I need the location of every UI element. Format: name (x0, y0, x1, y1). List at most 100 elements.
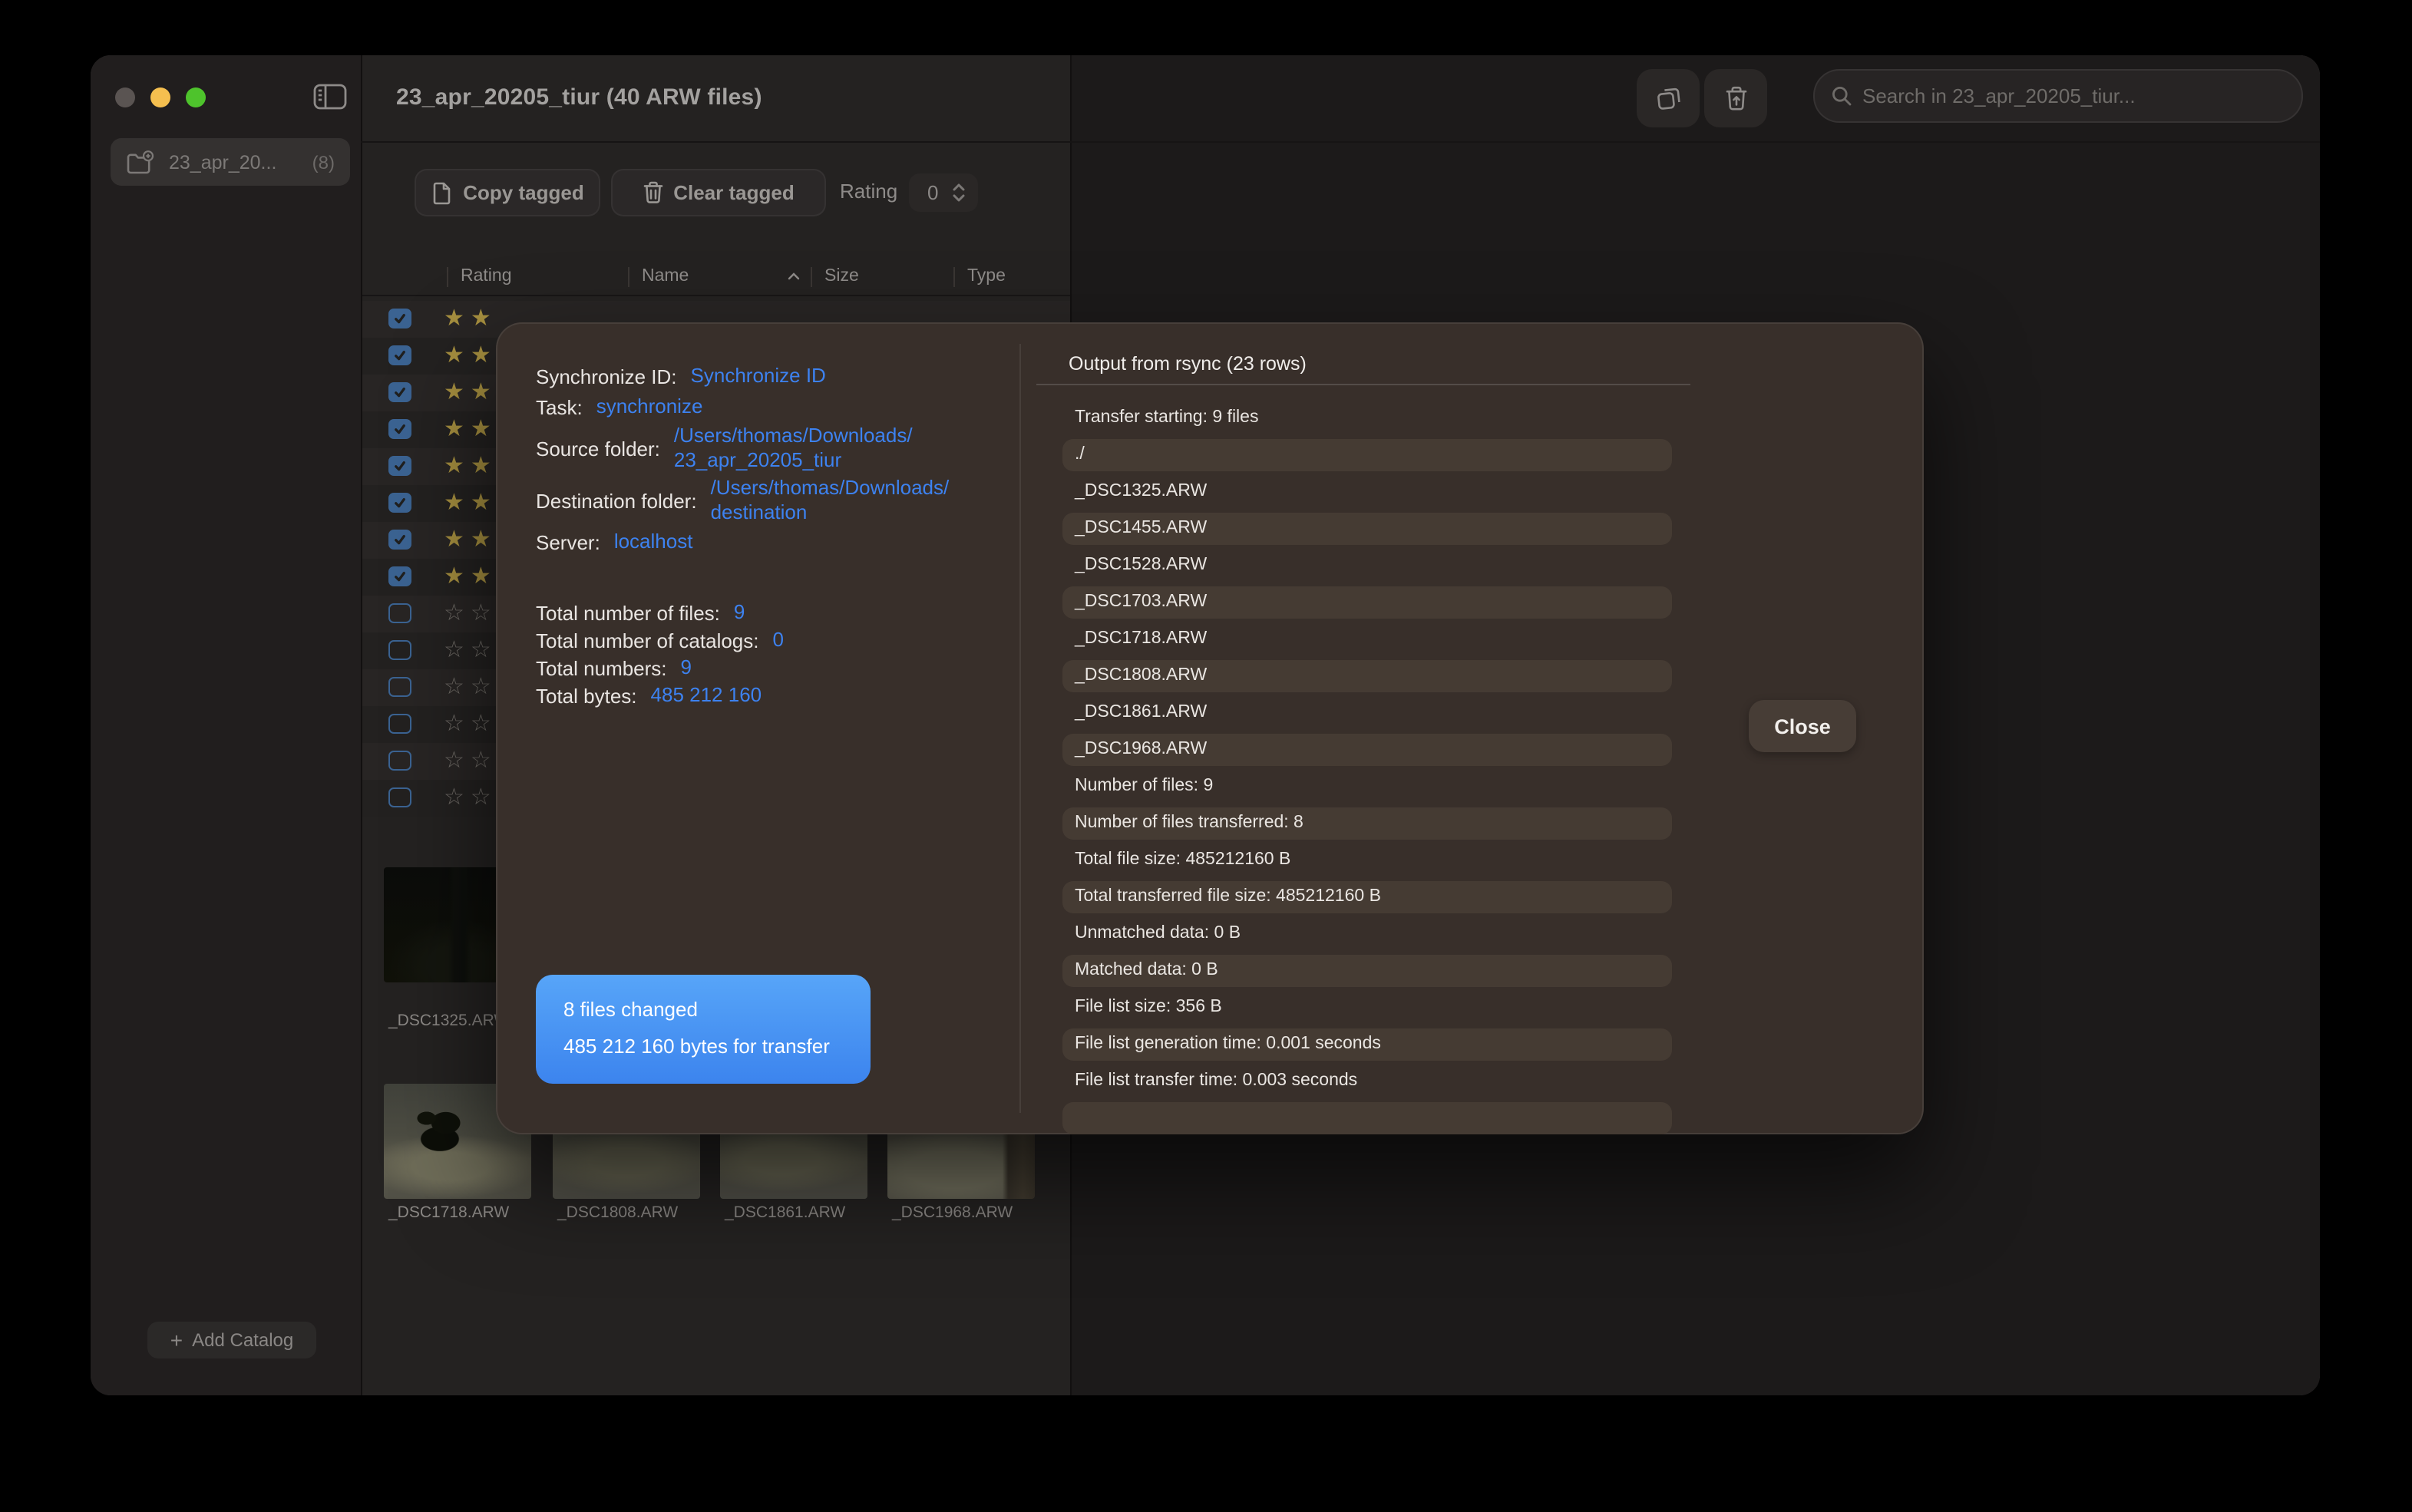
rating-stars[interactable]: ★★ (444, 342, 497, 370)
copy-tagged-button[interactable]: Copy tagged (415, 169, 600, 216)
rsync-output-row: ./ (1062, 439, 1672, 471)
rating-stars[interactable]: ★★ (444, 490, 497, 517)
rating-stepper[interactable]: 0 (909, 173, 978, 212)
field-label: Destination folder: (536, 489, 697, 512)
field-link[interactable]: localhost (614, 530, 693, 554)
rsync-output-row: Matched data: 0 B (1062, 955, 1672, 987)
sync-field-row: Destination folder: /Users/thomas/Downloa… (536, 476, 949, 525)
trash-upload-button[interactable] (1704, 69, 1767, 127)
sync-info-fields: Synchronize ID:Synchronize IDTask:synchr… (536, 362, 949, 556)
traffic-light-close[interactable] (115, 87, 135, 107)
field-label: Source folder: (536, 437, 660, 460)
rsync-output-row: File list generation time: 0.001 seconds (1062, 1028, 1672, 1061)
copy-tagged-label: Copy tagged (463, 181, 583, 204)
field-link-line: localhost (614, 530, 693, 554)
rating-stars[interactable]: ☆☆ (444, 600, 497, 628)
rating-stars[interactable]: ★★ (444, 416, 497, 444)
column-rating[interactable]: Rating (461, 267, 512, 286)
sort-ascending-icon (788, 272, 800, 281)
rsync-output-row: _DSC1808.ARW (1062, 660, 1672, 692)
traffic-light-zoom[interactable] (186, 87, 206, 107)
copy-stack-button[interactable] (1637, 69, 1700, 127)
rsync-output-row: _DSC1325.ARW (1062, 476, 1672, 508)
field-link[interactable]: synchronize (596, 395, 703, 419)
rating-label: Rating (840, 180, 897, 203)
total-value: 0 (773, 628, 784, 652)
row-checkbox[interactable] (388, 640, 411, 660)
rsync-output-row: Transfer starting: 9 files (1062, 402, 1672, 434)
row-checkbox[interactable] (388, 603, 411, 623)
row-checkbox[interactable] (388, 419, 411, 439)
add-catalog-button[interactable]: + Add Catalog (147, 1322, 316, 1358)
folder-plus-icon (126, 150, 155, 174)
column-size[interactable]: Size (824, 267, 859, 286)
row-checkbox[interactable] (388, 493, 411, 513)
thumbnail-filename: _DSC1968.ARW (892, 1203, 1013, 1222)
total-row: Total numbers:9 (536, 654, 784, 682)
thumbnail-filename: _DSC1808.ARW (557, 1203, 678, 1222)
row-checkbox[interactable] (388, 382, 411, 402)
thumbnail-filename: _DSC1325.ARW (388, 1012, 509, 1030)
rsync-output-divider (1036, 384, 1690, 385)
total-value: 9 (681, 655, 692, 680)
add-catalog-label: Add Catalog (192, 1329, 293, 1351)
summary-line2: 485 212 160 bytes for transfer (563, 1033, 871, 1061)
total-row: Total number of catalogs:0 (536, 626, 784, 654)
rsync-output-row: _DSC1718.ARW (1062, 623, 1672, 655)
rating-stars[interactable]: ☆☆ (444, 711, 497, 738)
rsync-output-row: File list transfer time: 0.003 seconds (1062, 1065, 1672, 1098)
window-title: 23_apr_20205_tiur (40 ARW files) (396, 84, 762, 111)
column-name[interactable]: Name (642, 267, 689, 286)
row-checkbox[interactable] (388, 714, 411, 734)
copy-stack-icon (1654, 84, 1682, 112)
trash-upload-icon (1723, 84, 1748, 112)
rating-stars[interactable]: ☆☆ (444, 674, 497, 702)
rsync-output-row: _DSC1455.ARW (1062, 513, 1672, 545)
traffic-light-minimize[interactable] (150, 87, 170, 107)
field-link[interactable]: /Users/thomas/Downloads/destination (711, 476, 950, 525)
summary-box: 8 files changed 485 212 160 bytes for tr… (536, 975, 871, 1084)
rsync-output-row (1062, 1102, 1672, 1134)
row-checkbox[interactable] (388, 751, 411, 771)
rating-stars[interactable]: ★★ (444, 527, 497, 554)
field-link-line: /Users/thomas/Downloads/ (674, 424, 913, 448)
sidebar-toggle-icon[interactable] (313, 83, 350, 114)
row-checkbox[interactable] (388, 530, 411, 550)
field-link-line: /Users/thomas/Downloads/ (711, 476, 950, 500)
clear-tagged-button[interactable]: Clear tagged (611, 169, 826, 216)
rating-stars[interactable]: ★★ (444, 453, 497, 480)
rsync-output-row: File list size: 356 B (1062, 992, 1672, 1024)
rating-stars[interactable]: ★★ (444, 379, 497, 407)
sync-field-row: Source folder: /Users/thomas/Downloads/23… (536, 424, 949, 473)
field-link[interactable]: /Users/thomas/Downloads/23_apr_20205_tiu… (674, 424, 913, 473)
field-link[interactable]: Synchronize ID (691, 364, 826, 388)
sidebar-item-catalog[interactable]: 23_apr_20... (8) (111, 138, 350, 186)
rsync-output-row: Total file size: 485212160 B (1062, 844, 1672, 876)
row-checkbox[interactable] (388, 345, 411, 365)
search-placeholder: Search in 23_apr_20205_tiur... (1862, 84, 2136, 107)
column-type[interactable]: Type (967, 267, 1006, 286)
rating-stars[interactable]: ☆☆ (444, 784, 497, 812)
total-label: Total bytes: (536, 684, 637, 707)
total-label: Total number of files: (536, 601, 720, 624)
column-divider (628, 267, 629, 287)
rating-stars[interactable]: ★★ (444, 563, 497, 591)
search-icon (1832, 86, 1852, 106)
document-copy-icon (431, 180, 452, 205)
row-checkbox[interactable] (388, 456, 411, 476)
rating-stars[interactable]: ★★ (444, 305, 497, 333)
row-checkbox[interactable] (388, 787, 411, 807)
row-checkbox[interactable] (388, 677, 411, 697)
rating-stars[interactable]: ☆☆ (444, 748, 497, 775)
app-window: Copy tagged Clear tagged Rating 0 (91, 55, 2320, 1395)
close-button[interactable]: Close (1749, 700, 1856, 752)
row-checkbox[interactable] (388, 309, 411, 328)
stepper-chevrons-icon[interactable] (952, 183, 966, 203)
rating-stars[interactable]: ☆☆ (444, 637, 497, 665)
rsync-output-list: Transfer starting: 9 files ./ _DSC1325.ARW… (1062, 402, 1672, 1134)
clear-tagged-label: Clear tagged (673, 181, 795, 204)
field-link-line: destination (711, 500, 950, 525)
search-input[interactable]: Search in 23_apr_20205_tiur... (1813, 69, 2303, 123)
row-checkbox[interactable] (388, 566, 411, 586)
rsync-output-row: _DSC1528.ARW (1062, 550, 1672, 582)
